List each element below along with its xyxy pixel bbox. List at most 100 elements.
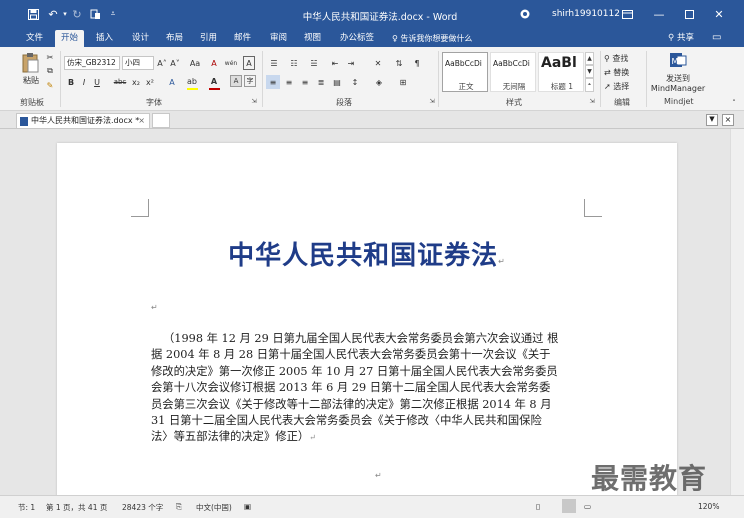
bold-button[interactable]: B bbox=[66, 75, 76, 89]
office-tab-icon[interactable] bbox=[518, 7, 532, 21]
font-color-icon[interactable]: A bbox=[208, 74, 220, 88]
style-heading-1[interactable]: AaBl 标题 1 bbox=[538, 52, 584, 92]
bullets-icon[interactable]: ☰ bbox=[266, 56, 282, 70]
styles-more-icon[interactable]: ⩡ bbox=[585, 78, 594, 92]
language[interactable]: 中文(中国) bbox=[196, 502, 232, 513]
enclose-characters-icon[interactable]: 字 bbox=[244, 75, 256, 87]
tab-home[interactable]: 开始 bbox=[55, 30, 85, 47]
user-account[interactable]: shirh19910112 bbox=[552, 9, 620, 19]
distributed-icon[interactable]: ▤ bbox=[330, 75, 344, 89]
tab-mailings[interactable]: 邮件 bbox=[228, 30, 257, 47]
shading-icon[interactable]: ◈ bbox=[372, 75, 386, 89]
align-right-icon[interactable]: ≡ bbox=[298, 75, 312, 89]
ribbon-display-options-icon[interactable] bbox=[614, 4, 640, 24]
clear-formatting-icon[interactable]: A bbox=[208, 56, 220, 70]
document-paragraph[interactable]: （1998 年 12 月 29 日第九届全国人民代表大会常务委员会第六次会议通过… bbox=[151, 331, 581, 447]
mindmanager-label[interactable]: MindManager bbox=[650, 83, 706, 93]
tab-list-icon[interactable]: ▼ bbox=[706, 114, 718, 126]
align-left-icon[interactable]: ≡ bbox=[266, 75, 280, 89]
share-button[interactable]: ⚲ 共享 bbox=[668, 30, 694, 47]
word-window: ↶ ▾ ↻ ⩡ 中华人民共和国证券法.docx - Word shirh1991… bbox=[0, 0, 744, 518]
tab-references[interactable]: 引用 bbox=[194, 30, 223, 47]
collapse-ribbon-icon[interactable]: ˄ bbox=[730, 99, 738, 107]
tab-insert[interactable]: 插入 bbox=[90, 30, 119, 47]
italic-button[interactable]: I bbox=[79, 75, 89, 89]
format-painter-icon[interactable]: ✎ bbox=[44, 79, 56, 91]
sort-icon[interactable]: ⇅ bbox=[392, 56, 406, 70]
tell-me-search[interactable]: ♀ 告诉我你想要做什么 bbox=[392, 30, 472, 47]
tab-design[interactable]: 设计 bbox=[126, 30, 155, 47]
replace-button[interactable]: ⇄ 替换 bbox=[604, 66, 644, 78]
style-normal[interactable]: AaBbCcDi 正文 bbox=[442, 52, 488, 92]
shrink-font-icon[interactable]: A˅ bbox=[169, 56, 181, 70]
paragraph-dialog-launcher-icon[interactable]: ⇲ bbox=[428, 97, 436, 105]
page-count[interactable]: 第 1 页，共 41 页 bbox=[46, 502, 107, 513]
maximize-icon[interactable] bbox=[676, 4, 702, 24]
phonetic-guide-icon[interactable]: wén bbox=[222, 56, 240, 70]
change-case-icon[interactable]: Aa bbox=[186, 56, 204, 70]
superscript-button[interactable]: x² bbox=[144, 75, 156, 89]
copy-icon[interactable]: ⧉ bbox=[44, 65, 56, 77]
close-tab-icon[interactable]: × bbox=[138, 114, 145, 128]
font-size-select[interactable]: 小四 bbox=[122, 56, 154, 70]
paste-button[interactable]: 粘贴 bbox=[20, 75, 42, 85]
numbering-icon[interactable]: ☷ bbox=[286, 56, 302, 70]
web-layout-icon[interactable]: ▭ bbox=[584, 502, 591, 511]
tab-review[interactable]: 审阅 bbox=[264, 30, 293, 47]
multilevel-list-icon[interactable]: ☱ bbox=[306, 56, 322, 70]
document-heading[interactable]: 中华人民共和国证券法↵ bbox=[57, 235, 677, 272]
comments-icon[interactable]: ▭ bbox=[712, 32, 721, 43]
tab-file[interactable]: 文件 bbox=[20, 30, 49, 47]
word-count[interactable]: 28423 个字 bbox=[122, 502, 163, 513]
tab-layout[interactable]: 布局 bbox=[160, 30, 189, 47]
minimize-icon[interactable]: — bbox=[646, 4, 672, 24]
font-dialog-launcher-icon[interactable]: ⇲ bbox=[250, 97, 258, 105]
document-tab[interactable]: 中华人民共和国证券法.docx * × bbox=[16, 113, 150, 128]
zoom-level[interactable]: 120% bbox=[698, 502, 719, 511]
highlight-icon[interactable]: ab bbox=[186, 74, 198, 88]
chinese-layout-icon[interactable]: ✕ bbox=[370, 56, 386, 70]
customize-toolbar-icon[interactable]: ⩡ bbox=[106, 7, 120, 21]
subscript-button[interactable]: x₂ bbox=[130, 75, 142, 89]
tab-view[interactable]: 视图 bbox=[298, 30, 327, 47]
find-button[interactable]: ⚲ 查找 bbox=[604, 52, 644, 64]
borders-icon[interactable]: ⊞ bbox=[396, 75, 410, 89]
vertical-scrollbar[interactable] bbox=[730, 129, 744, 495]
cut-icon[interactable]: ✂ bbox=[44, 51, 56, 63]
underline-button[interactable]: U bbox=[92, 75, 102, 89]
styles-dialog-launcher-icon[interactable]: ⇲ bbox=[588, 97, 596, 105]
section-indicator[interactable]: 节: 1 bbox=[18, 502, 35, 513]
strikethrough-button[interactable]: abc bbox=[112, 75, 128, 89]
align-center-icon[interactable]: ≡ bbox=[282, 75, 296, 89]
increase-indent-icon[interactable]: ⇥ bbox=[344, 56, 358, 70]
close-document-icon[interactable]: × bbox=[722, 114, 734, 126]
show-marks-icon[interactable]: ¶ bbox=[410, 56, 424, 70]
grow-font-icon[interactable]: A˄ bbox=[156, 56, 168, 70]
send-to-label[interactable]: 发送到 bbox=[650, 73, 706, 83]
paste-icon[interactable] bbox=[20, 51, 42, 75]
macro-record-icon[interactable]: ▣ bbox=[244, 502, 251, 511]
styles-scroll-up-icon[interactable]: ▲ bbox=[585, 52, 594, 65]
decrease-indent-icon[interactable]: ⇤ bbox=[328, 56, 342, 70]
document-page[interactable]: 中华人民共和国证券法↵ ↵ （1998 年 12 月 29 日第九届全国人民代表… bbox=[57, 143, 677, 495]
text-effects-icon[interactable]: A bbox=[166, 75, 178, 89]
character-shading-icon[interactable]: A bbox=[230, 75, 242, 87]
save-icon[interactable] bbox=[26, 7, 40, 21]
print-preview-icon[interactable] bbox=[88, 7, 102, 21]
styles-scroll-down-icon[interactable]: ▼ bbox=[585, 65, 594, 78]
print-layout-icon[interactable] bbox=[562, 499, 576, 513]
line-spacing-icon[interactable]: ↕ bbox=[348, 75, 362, 89]
mindmanager-icon[interactable]: M bbox=[668, 51, 688, 69]
paragraph-line: 法〉等五部法律的决定》修正） bbox=[151, 430, 310, 444]
read-mode-icon[interactable]: ▯ bbox=[536, 502, 540, 511]
tab-office-tab[interactable]: 办公标签 bbox=[334, 30, 380, 47]
select-button[interactable]: ➚ 选择 bbox=[604, 80, 644, 92]
close-icon[interactable]: ✕ bbox=[706, 4, 732, 24]
justify-icon[interactable]: ≣ bbox=[314, 75, 328, 89]
redo-icon[interactable]: ↻ bbox=[70, 7, 84, 21]
character-border-icon[interactable]: A bbox=[243, 56, 255, 70]
style-no-spacing[interactable]: AaBbCcDi 无间隔 bbox=[490, 52, 536, 92]
new-tab-button[interactable] bbox=[152, 113, 170, 128]
font-family-select[interactable]: 仿宋_GB2312 bbox=[64, 56, 120, 70]
proofing-icon[interactable]: ⎘ bbox=[176, 502, 182, 512]
